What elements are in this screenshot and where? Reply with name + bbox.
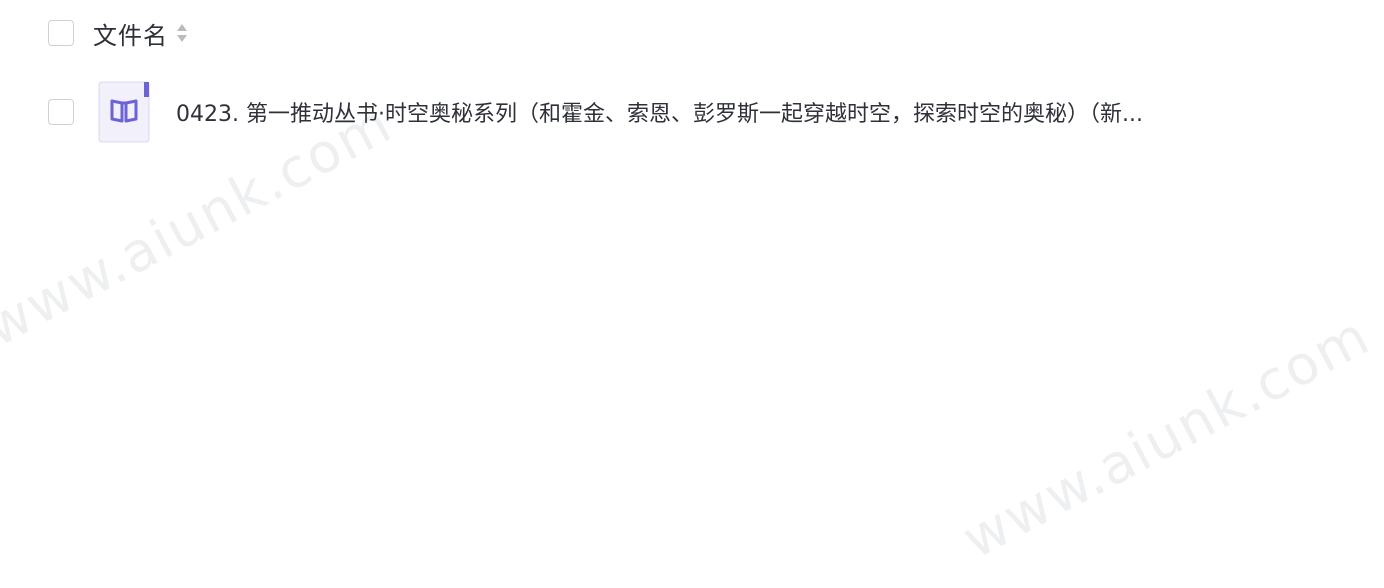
- book-file-icon: [98, 81, 150, 143]
- sort-caret-icon[interactable]: [176, 21, 188, 45]
- column-title-filename[interactable]: 文件名: [93, 16, 168, 51]
- table-row[interactable]: 0423. 第一推动丛书·时空奥秘系列（和霍金、索恩、彭罗斯一起穿越时空，探索时…: [48, 80, 1143, 144]
- watermark: www.aiunk.com: [952, 303, 1381, 571]
- select-all-checkbox[interactable]: [48, 20, 74, 46]
- file-name-link[interactable]: 0423. 第一推动丛书·时空奥秘系列（和霍金、索恩、彭罗斯一起穿越时空，探索时…: [176, 96, 1143, 128]
- row-checkbox[interactable]: [48, 99, 74, 125]
- table-header: 文件名: [48, 16, 188, 51]
- file-list-page: www.aiunk.com www.aiunk.com 文件名 0423. 第一…: [0, 0, 1384, 588]
